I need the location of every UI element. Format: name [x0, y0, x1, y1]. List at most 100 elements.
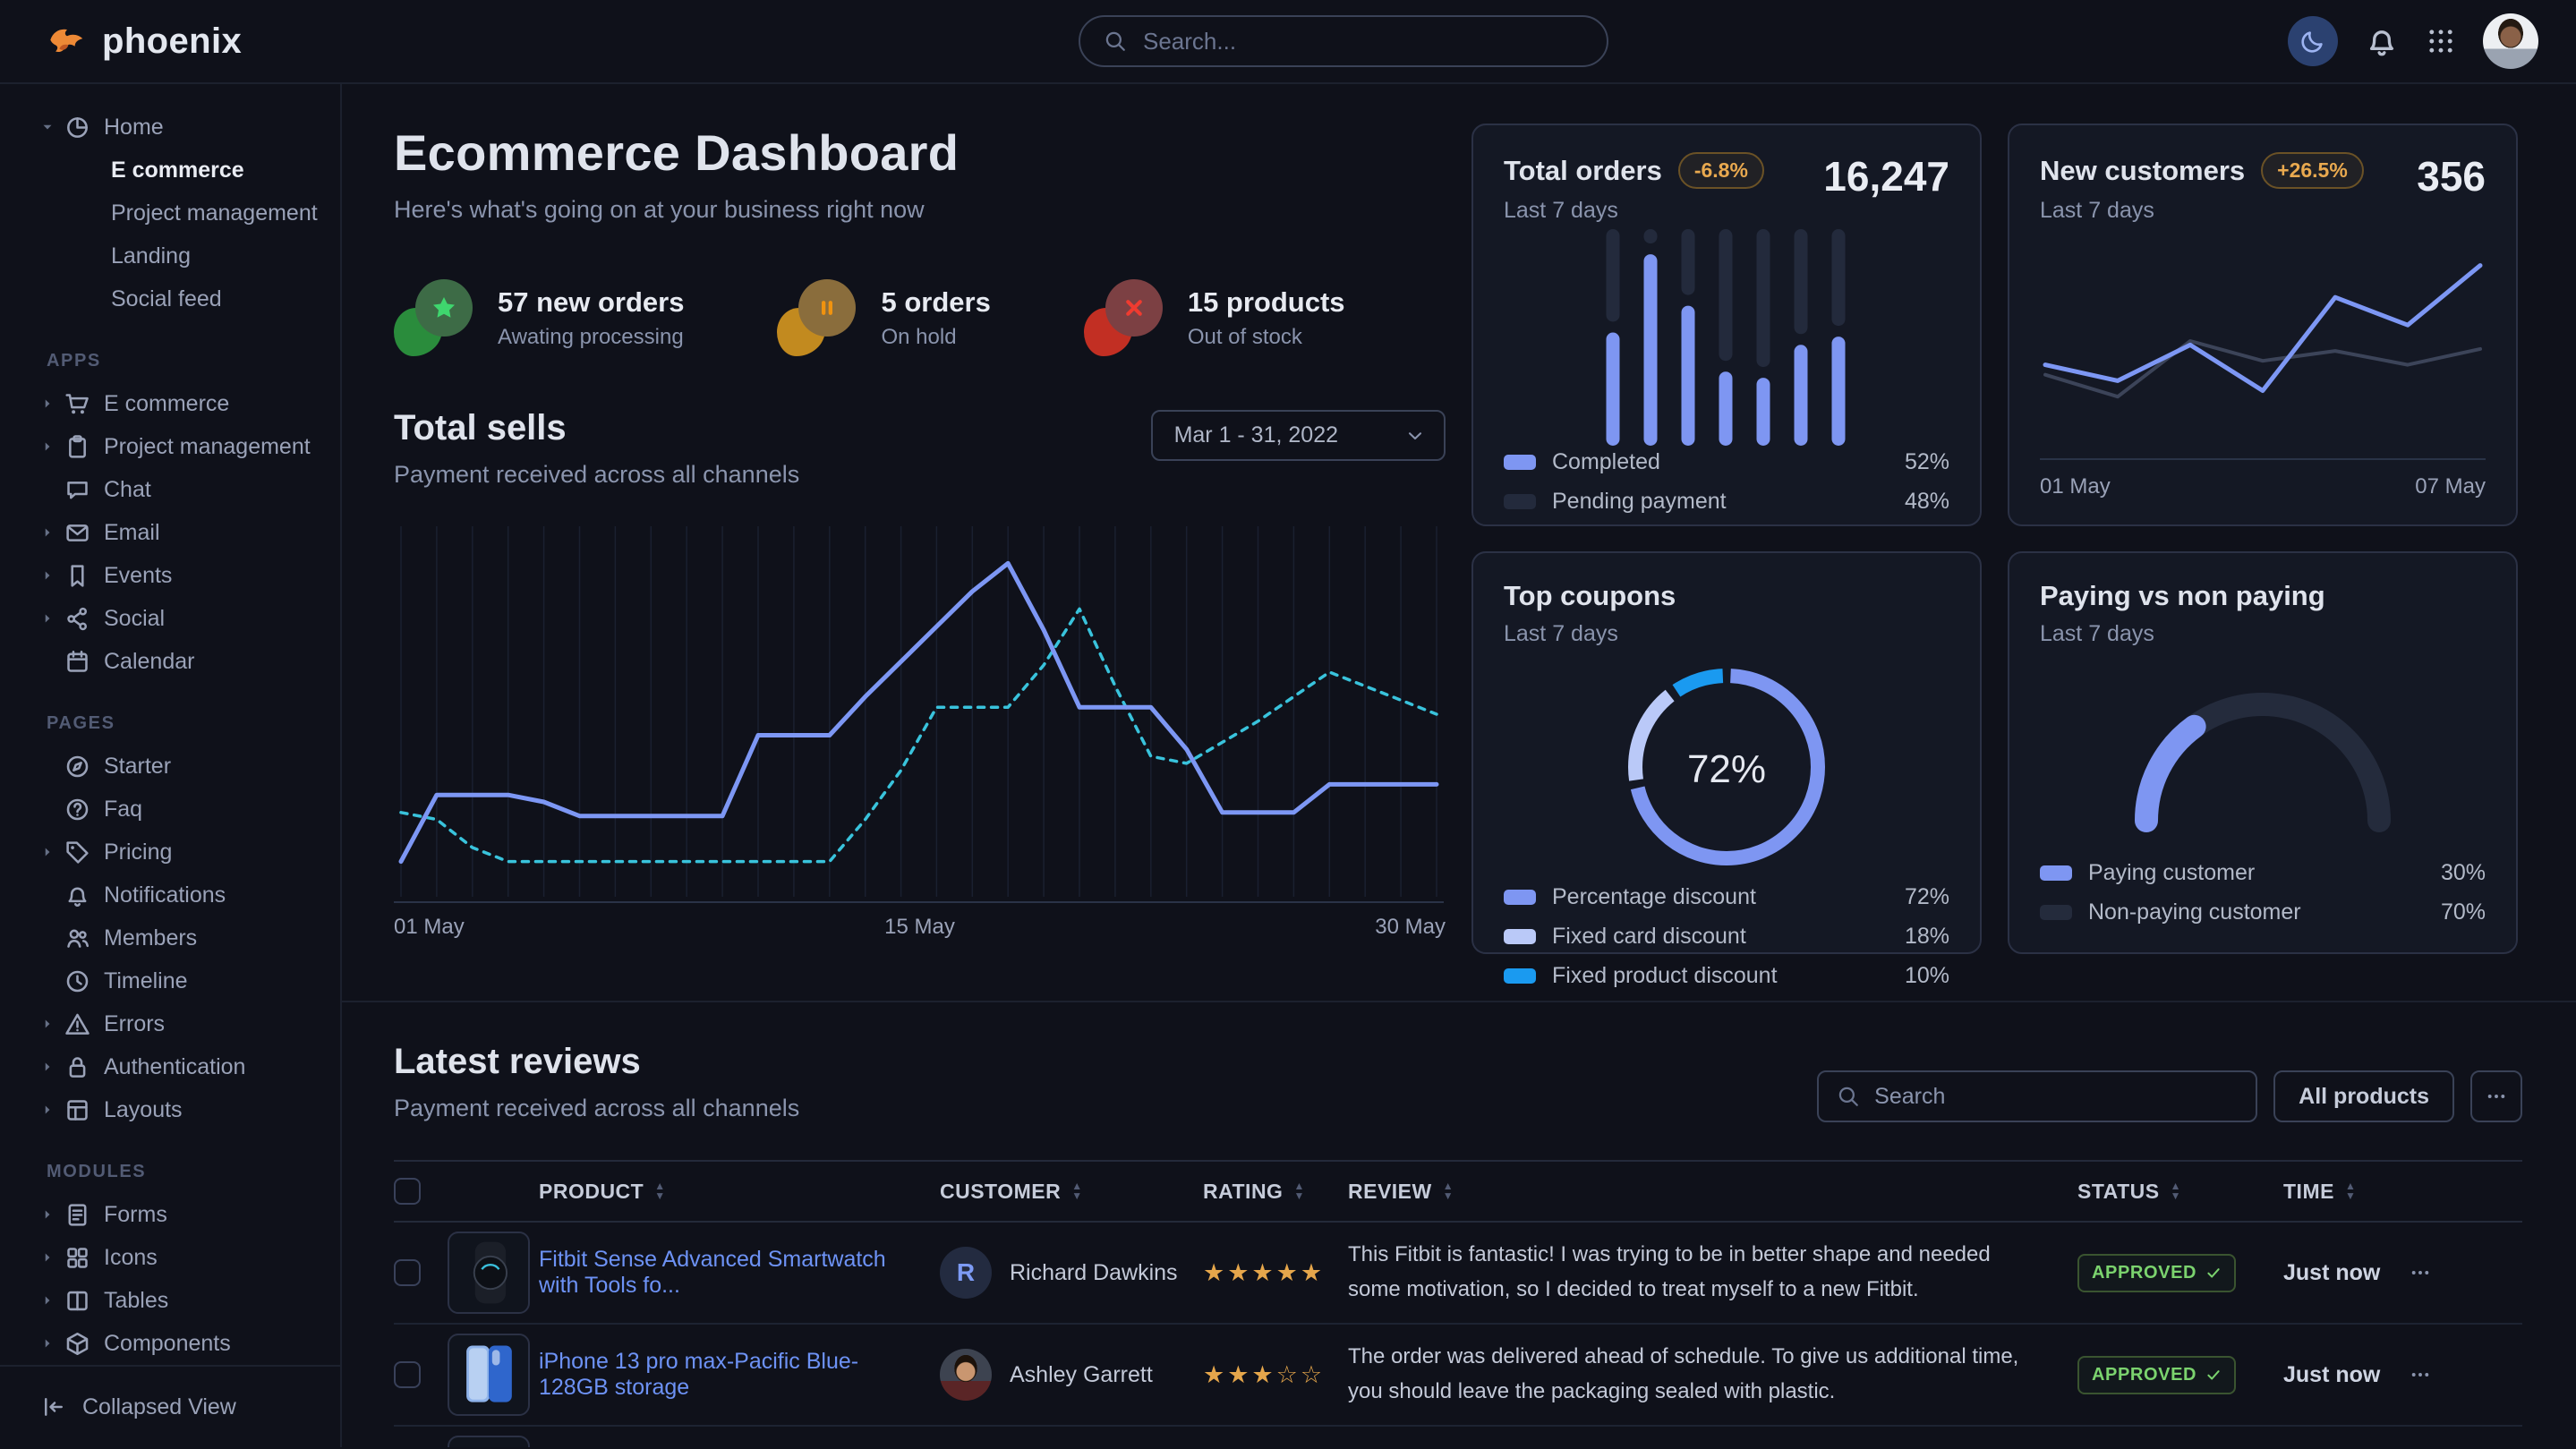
- sidebar-item-social[interactable]: Social: [0, 597, 340, 640]
- reviews-more-button[interactable]: [2470, 1070, 2522, 1122]
- date-range-select[interactable]: Mar 1 - 31, 2022: [1151, 410, 1446, 461]
- sidebar-item-label: Pricing: [104, 840, 172, 865]
- sidebar-item-forms[interactable]: Forms: [0, 1193, 340, 1236]
- column-label: STATUS: [2077, 1180, 2160, 1204]
- total-sells-chart: [394, 523, 1444, 904]
- sidebar-item-calendar[interactable]: Calendar: [0, 640, 340, 683]
- collapsed-view-button[interactable]: Collapsed View: [0, 1365, 340, 1447]
- brand-link[interactable]: phoenix: [47, 21, 242, 62]
- row-actions-button[interactable]: [2409, 1363, 2522, 1386]
- sidebar-item-project-management[interactable]: Project management: [0, 425, 340, 468]
- sidebar-item-faq[interactable]: Faq: [0, 788, 340, 831]
- column-header-time[interactable]: TIME▲▼: [2283, 1180, 2409, 1204]
- sidebar-item-label: Errors: [104, 1011, 165, 1037]
- review-text: This Fitbit is fantastic! I was trying t…: [1348, 1238, 2077, 1308]
- forms-icon: [64, 1202, 90, 1228]
- warning-icon: [64, 1011, 90, 1037]
- column-header-review[interactable]: REVIEW▲▼: [1348, 1180, 2077, 1204]
- legend-value: 72%: [1905, 884, 1949, 910]
- sidebar-item-pricing[interactable]: Pricing: [0, 831, 340, 874]
- sidebar-item-label: Email: [104, 520, 160, 546]
- column-header-customer[interactable]: CUSTOMER▲▼: [940, 1180, 1203, 1204]
- global-search-input[interactable]: [1141, 27, 1583, 56]
- column-header-rating[interactable]: RATING▲▼: [1203, 1180, 1348, 1204]
- legend-swatch: [1504, 929, 1536, 944]
- profile-avatar[interactable]: [2483, 13, 2538, 69]
- legend-label: Completed: [1552, 449, 1660, 475]
- mail-icon: [64, 520, 90, 546]
- row-actions-button[interactable]: [2409, 1261, 2522, 1284]
- page-subtitle: Here's what's going on at your business …: [394, 196, 1446, 224]
- sidebar-item-icons[interactable]: Icons: [0, 1236, 340, 1279]
- clock-icon: [64, 968, 90, 994]
- legend-swatch: [1504, 494, 1536, 509]
- sidebar-item-e-commerce[interactable]: E commerce: [0, 382, 340, 425]
- sidebar-item-chat[interactable]: Chat: [0, 468, 340, 511]
- sidebar-item-email[interactable]: Email: [0, 511, 340, 554]
- sidebar-item-project-management[interactable]: Project management: [0, 192, 340, 234]
- row-checkbox[interactable]: [394, 1361, 421, 1388]
- new-customers-card: New customers +26.5% Last 7 days 356 01 …: [2008, 124, 2518, 526]
- x-tick: 15 May: [884, 915, 955, 940]
- product-thumbnail: [448, 1436, 530, 1447]
- legend-label: Non-paying customer: [2088, 899, 2301, 925]
- total-orders-card: Total orders -6.8% Last 7 days 16,247 Co…: [1471, 124, 1982, 526]
- all-products-button[interactable]: All products: [2273, 1070, 2454, 1122]
- sidebar-item-tables[interactable]: Tables: [0, 1279, 340, 1322]
- top-coupons-legend: Percentage discount72%Fixed card discoun…: [1504, 884, 1949, 989]
- chat-icon: [64, 477, 90, 503]
- sidebar-item-home[interactable]: Home: [0, 106, 340, 149]
- legend-value: 48%: [1905, 489, 1949, 515]
- caretright-icon: [39, 1059, 55, 1075]
- sidebar-item-landing[interactable]: Landing: [0, 234, 340, 277]
- collapse-icon: [41, 1394, 66, 1419]
- stat-value: 5 orders: [881, 286, 990, 319]
- legend-row: Pending payment48%: [1504, 489, 1949, 515]
- table-row: [394, 1427, 2522, 1447]
- sidebar-item-events[interactable]: Events: [0, 554, 340, 597]
- caretright-icon: [39, 1102, 55, 1118]
- sidebar-item-starter[interactable]: Starter: [0, 745, 340, 788]
- sidebar-item-social-feed[interactable]: Social feed: [0, 277, 340, 320]
- theme-toggle-button[interactable]: [2288, 16, 2338, 66]
- column-label: PRODUCT: [539, 1180, 644, 1204]
- phoenix-logo-icon: [47, 21, 88, 62]
- sidebar-item-notifications[interactable]: Notifications: [0, 874, 340, 916]
- column-header-product[interactable]: PRODUCT▲▼: [539, 1180, 940, 1204]
- x-tick: 01 May: [394, 915, 465, 940]
- notifications-button[interactable]: [2365, 24, 2399, 58]
- total-orders-bar-chart: [1583, 224, 1870, 449]
- collapsed-view-label: Collapsed View: [82, 1394, 236, 1420]
- dots-icon: [2409, 1363, 2432, 1386]
- sidebar-item-members[interactable]: Members: [0, 916, 340, 959]
- page-title: Ecommerce Dashboard: [394, 124, 1446, 182]
- stat-sublabel: On hold: [881, 325, 990, 350]
- select-all-checkbox[interactable]: [394, 1178, 421, 1205]
- product-link[interactable]: iPhone 13 pro max-Pacific Blue-128GB sto…: [539, 1349, 940, 1401]
- sidebar-item-label: Chat: [104, 477, 151, 503]
- sidebar-item-label: Project management: [104, 434, 311, 460]
- total-orders-badge: -6.8%: [1678, 152, 1764, 189]
- sidebar-item-authentication[interactable]: Authentication: [0, 1045, 340, 1088]
- sidebar: HomeE commerceProject managementLandingS…: [0, 84, 342, 1447]
- sidebar-item-components[interactable]: Components: [0, 1322, 340, 1365]
- sidebar-item-label: Timeline: [104, 968, 188, 994]
- x-tick: 07 May: [2415, 474, 2486, 499]
- sidebar-item-layouts[interactable]: Layouts: [0, 1088, 340, 1131]
- hero-and-sells: Ecommerce Dashboard Here's what's going …: [394, 124, 1446, 954]
- column-header-status[interactable]: STATUS▲▼: [2077, 1180, 2283, 1204]
- caretright-icon: [39, 1335, 55, 1351]
- row-checkbox[interactable]: [394, 1259, 421, 1286]
- stat-value: 57 new orders: [498, 286, 684, 319]
- xmark-icon: [1121, 294, 1147, 321]
- sidebar-item-timeline[interactable]: Timeline: [0, 959, 340, 1002]
- moon-icon: [2299, 28, 2326, 55]
- reviews-search-input[interactable]: [1872, 1083, 2238, 1111]
- caretright-icon: [39, 567, 55, 584]
- product-link[interactable]: Fitbit Sense Advanced Smartwatch with To…: [539, 1247, 940, 1299]
- customer-cell: Ashley Garrett: [940, 1349, 1203, 1401]
- sidebar-item-errors[interactable]: Errors: [0, 1002, 340, 1045]
- bell-icon: [64, 882, 90, 908]
- apps-menu-button[interactable]: [2426, 26, 2456, 56]
- sidebar-item-e-commerce[interactable]: E commerce: [0, 149, 340, 192]
